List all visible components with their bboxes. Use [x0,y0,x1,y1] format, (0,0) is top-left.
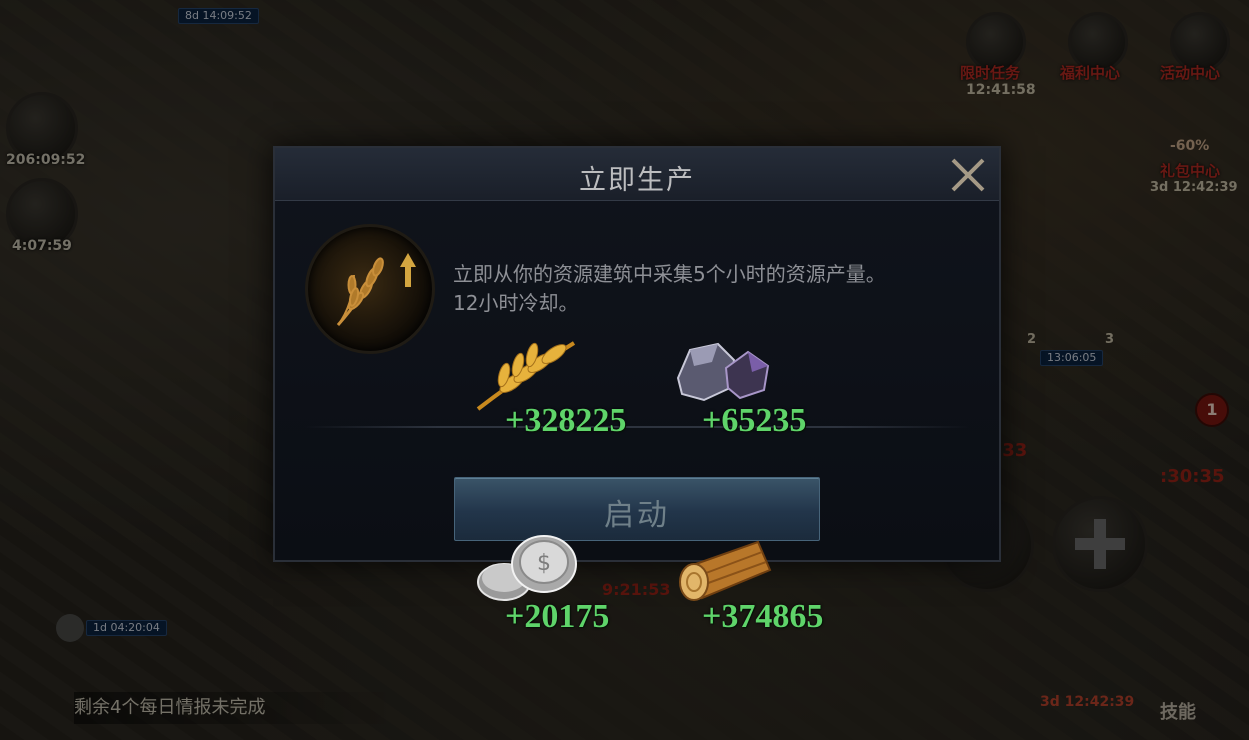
description-line-2: 12小时冷却。 [453,291,579,315]
dialog-description: 立即从你的资源建筑中采集5个小时的资源产量。 12小时冷却。 [453,260,973,318]
ore-amount: +65235 [702,402,807,439]
harvest-wheat-icon [305,224,435,354]
dialog-title: 立即生产 [579,165,695,196]
description-line-1: 立即从你的资源建筑中采集5个小时的资源产量。 [453,262,886,286]
close-button[interactable] [947,154,989,196]
game-screen: 206:09:52 4:07:59 8d 14:09:52 限时任务 12:41… [0,0,1249,740]
silver-coins-icon: $ [477,535,577,601]
divider [305,426,969,428]
wood-log-icon [679,540,772,601]
close-icon [951,158,985,192]
wood-amount: +374865 [702,598,824,635]
ore-icon [676,342,770,402]
svg-text:$: $ [537,551,551,576]
produce-now-dialog: 立即生产 立即从你的资源建筑中采集5个小时的资源产量。 12小时冷却。 启动 [273,146,1001,562]
dialog-header: 立即生产 [275,148,999,201]
silver-amount: +20175 [505,598,610,635]
food-amount: +328225 [505,402,627,439]
start-button-label: 启动 [604,498,670,533]
